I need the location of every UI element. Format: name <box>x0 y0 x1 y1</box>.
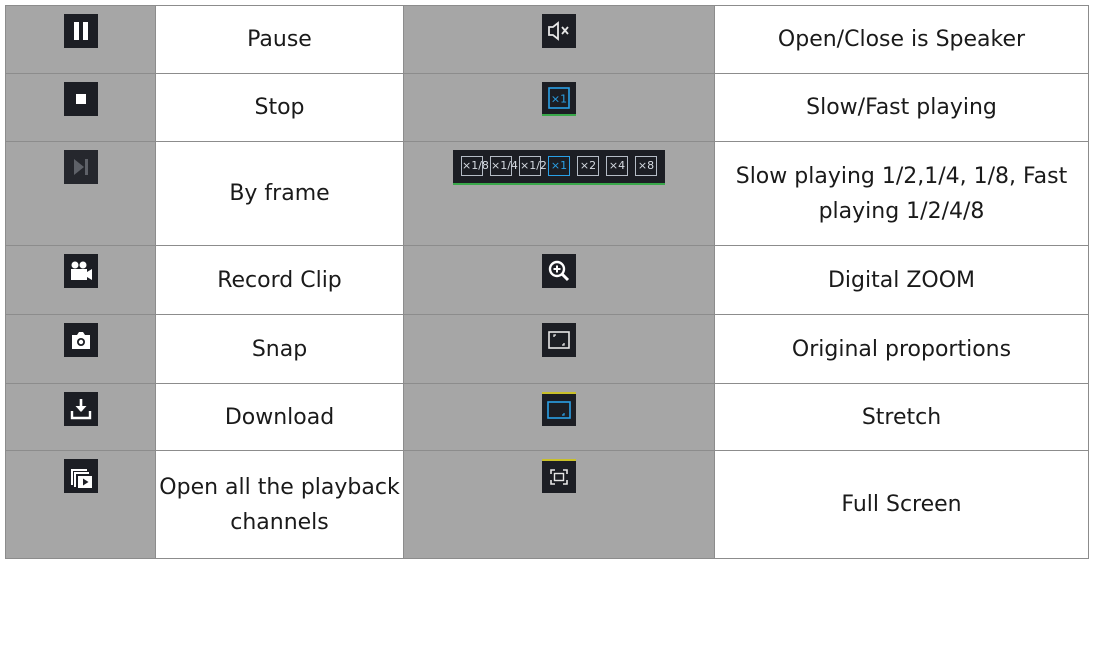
camera-icon <box>63 323 98 357</box>
icon-cell <box>5 141 156 246</box>
description: Record Clip <box>155 245 404 315</box>
fullscreen-icon <box>542 459 576 493</box>
icon-reference-table: Pause Open/Close is Speaker Stop ×1 Slow… <box>5 5 1089 559</box>
icon-cell <box>5 5 156 74</box>
download-icon <box>63 392 98 426</box>
speed-selector-icon: ×1/8 ×1/4 ×1/2 ×1 ×2 ×4 ×8 <box>453 150 665 185</box>
description: Slow/Fast playing <box>714 73 1089 142</box>
icon-cell <box>403 314 715 384</box>
speed-option-4: ×4 <box>606 156 628 176</box>
icon-cell <box>403 450 715 559</box>
speed-option-8: ×8 <box>635 156 657 176</box>
icon-cell <box>5 383 156 451</box>
description: Original proportions <box>714 314 1089 384</box>
stretch-icon <box>542 392 576 426</box>
description: Open all the playback channels <box>155 450 404 559</box>
frame-step-icon <box>63 150 98 184</box>
description: Stop <box>155 73 404 142</box>
icon-cell: ×1 <box>403 73 715 142</box>
description: Download <box>155 383 404 451</box>
speed-option-1-2: ×1/2 <box>519 156 547 176</box>
stop-icon <box>63 82 98 116</box>
speed-option-1-4: ×1/4 <box>490 156 518 176</box>
speed-option-1: ×1 <box>548 156 570 176</box>
description: Pause <box>155 5 404 74</box>
speed-x1-icon: ×1 <box>542 82 576 116</box>
icon-cell <box>403 383 715 451</box>
description: Stretch <box>714 383 1089 451</box>
record-clip-icon <box>63 254 98 288</box>
description: Digital ZOOM <box>714 245 1089 315</box>
zoom-in-icon <box>542 254 576 288</box>
speed-option-2: ×2 <box>577 156 599 176</box>
table-row: Download Stretch <box>5 383 1089 451</box>
svg-text:×1: ×1 <box>551 93 567 106</box>
speed-option-1-8: ×1/8 <box>461 156 489 176</box>
icon-cell <box>5 245 156 315</box>
table-row: Record Clip Digital ZOOM <box>5 245 1089 315</box>
icon-cell <box>5 450 156 559</box>
table-row: Pause Open/Close is Speaker <box>5 5 1089 74</box>
table-row: Stop ×1 Slow/Fast playing <box>5 73 1089 142</box>
table-row: Open all the playback channels Full Scre… <box>5 450 1089 559</box>
description: Full Screen <box>714 450 1089 559</box>
table-row: Snap Original proportions <box>5 314 1089 384</box>
open-all-channels-icon <box>63 459 98 493</box>
icon-cell <box>5 314 156 384</box>
description: By frame <box>155 141 404 246</box>
icon-cell <box>5 73 156 142</box>
description: Open/Close is Speaker <box>714 5 1089 74</box>
icon-cell <box>403 5 715 74</box>
icon-cell <box>403 245 715 315</box>
pause-icon <box>63 14 98 48</box>
speaker-mute-icon <box>542 14 576 48</box>
original-proportions-icon <box>542 323 576 357</box>
description: Snap <box>155 314 404 384</box>
icon-cell: ×1/8 ×1/4 ×1/2 ×1 ×2 ×4 ×8 <box>403 141 715 246</box>
table-row: By frame ×1/8 ×1/4 ×1/2 ×1 ×2 ×4 ×8 Slow… <box>5 141 1089 246</box>
description: Slow playing 1/2,1/4, 1/8, Fast playing … <box>714 141 1089 246</box>
